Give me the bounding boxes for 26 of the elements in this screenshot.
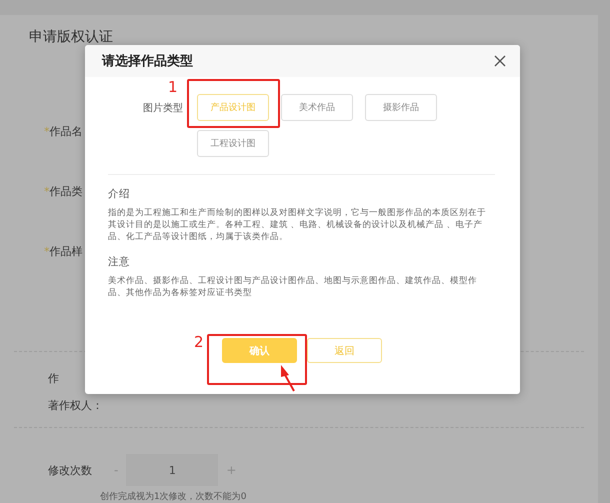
- type-option[interactable]: 摄影作品: [365, 94, 437, 121]
- section-heading: 注意: [108, 255, 131, 269]
- form-label: *作品名: [44, 124, 82, 139]
- dialog-title: 请选择作品类型: [102, 53, 193, 70]
- hint-text: 创作完成视为1次修改，次数不能为0: [100, 490, 246, 503]
- author-label: 著作权人：: [48, 398, 103, 413]
- page-title: 申请版权认证: [29, 28, 113, 46]
- decrement-button[interactable]: -: [106, 463, 126, 477]
- author-label: 作: [48, 371, 59, 386]
- back-button[interactable]: 返回: [307, 338, 382, 363]
- type-label: 图片类型: [143, 102, 184, 116]
- increment-button[interactable]: +: [218, 463, 244, 477]
- revision-label: 修改次数: [48, 462, 93, 478]
- section-text: 美术作品、摄影作品、工程设计图与产品设计图作品、地图与示意图作品、建筑作品、模型作品、其他作品为各标签对应证书类型: [108, 275, 478, 299]
- form-label: *作品类: [44, 184, 82, 199]
- type-option[interactable]: 产品设计图: [197, 94, 269, 121]
- step-number: 2: [194, 333, 204, 351]
- section-heading: 介绍: [108, 187, 131, 201]
- count-field[interactable]: 1: [126, 454, 218, 486]
- close-icon[interactable]: [494, 55, 506, 67]
- type-option[interactable]: 美术作品: [281, 94, 353, 121]
- confirm-button[interactable]: 确认: [222, 338, 297, 363]
- type-option[interactable]: 工程设计图: [197, 130, 269, 157]
- step-number: 1: [168, 78, 178, 96]
- section-text: 指的是为工程施工和生产而绘制的图样以及对图样文字说明，它与一般图形作品的本质区别在于其设计目的是以施工或生产。各种工程、建筑 、电路、机械设备的设计以及机械产品 、电子产品、化工产品等设计图纸，均属于该类作品。: [108, 207, 487, 243]
- form-label: *作品样: [44, 244, 82, 259]
